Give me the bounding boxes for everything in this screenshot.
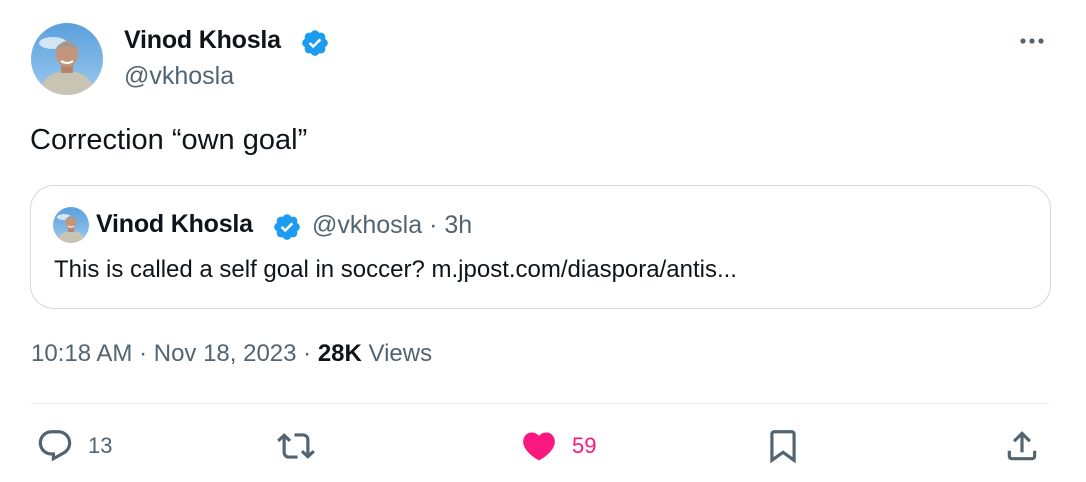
share-icon: [1007, 431, 1037, 461]
tweet-text: Correction “own goal”: [30, 124, 308, 156]
retweet-button[interactable]: [277, 425, 315, 467]
author-handle[interactable]: @vkhosla: [124, 62, 234, 91]
reply-count: 13: [88, 433, 113, 458]
quoted-tweet-text: This is called a self goal in soccer? m.…: [54, 256, 737, 283]
action-divider: [30, 403, 1051, 404]
verified-badge-icon: [274, 214, 300, 240]
reply-icon: [38, 430, 72, 462]
like-count: 59: [572, 433, 597, 458]
quoted-tweet-meta: @vkhosla · 3h: [312, 211, 473, 239]
bookmark-button[interactable]: [764, 425, 802, 467]
share-button[interactable]: [1003, 425, 1041, 467]
views-label: Views: [361, 340, 433, 367]
author-avatar[interactable]: [31, 23, 103, 95]
author-name[interactable]: Vinod Khosla: [124, 26, 281, 55]
quoted-tweet-card[interactable]: [30, 185, 1051, 309]
verified-badge-icon: [302, 30, 328, 56]
more-icon[interactable]: [1012, 26, 1052, 56]
reply-button[interactable]: 13: [36, 425, 112, 467]
quoted-author-name: Vinod Khosla: [96, 210, 253, 238]
timestamp-row: 10:18 AM · Nov 18, 2023 · 28K Views: [31, 340, 432, 368]
retweet-icon: [277, 433, 315, 459]
quoted-author-avatar: [53, 207, 89, 243]
bookmark-icon: [770, 430, 796, 464]
tweet-timestamp[interactable]: 10:18 AM · Nov 18, 2023 ·: [31, 340, 318, 367]
views-count: 28K: [317, 340, 362, 367]
like-button[interactable]: 59: [520, 425, 596, 467]
like-icon: [523, 432, 555, 461]
